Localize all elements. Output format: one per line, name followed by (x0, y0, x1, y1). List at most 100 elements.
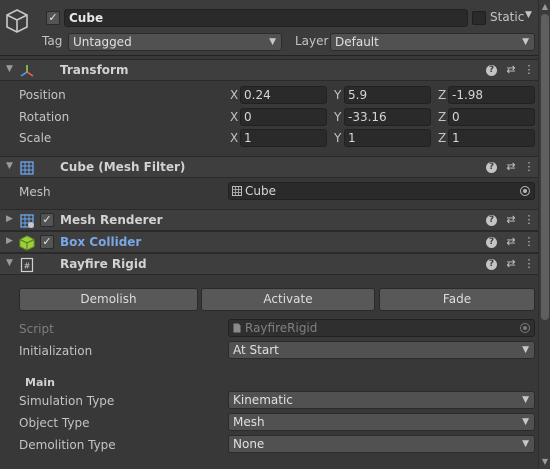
active-checkbox[interactable]: ✓ (46, 11, 60, 25)
chevron-down-icon: ▼ (269, 37, 276, 47)
object-type-dropdown[interactable]: Mesh ▼ (228, 413, 535, 431)
mesh-label: Mesh (19, 185, 51, 199)
scale-y-axis-label[interactable]: Y (334, 131, 341, 145)
inspector-panel: ✓ Cube Static ▼ Tag Untagged ▼ Layer Def… (0, 0, 550, 469)
rotation-y-axis-label[interactable]: Y (334, 110, 341, 124)
rotation-x-field[interactable]: 0 (240, 108, 327, 126)
chevron-down-icon: ▼ (522, 37, 529, 47)
position-x-field[interactable]: 0.24 (240, 86, 327, 104)
rayfire-rigid-header[interactable]: ▼ # Rayfire Rigid ? ⇄ ⋮ (0, 253, 538, 275)
context-menu-icon[interactable]: ⋮ (522, 234, 536, 250)
scale-z-axis-label[interactable]: Z (438, 131, 446, 145)
svg-text:#: # (24, 262, 31, 271)
chevron-down-icon: ▼ (522, 439, 529, 449)
mesh-value: Cube (245, 184, 276, 198)
script-icon: # (20, 257, 34, 273)
static-checkbox[interactable] (472, 11, 486, 25)
demolish-button[interactable]: Demolish (19, 288, 198, 311)
mesh-filter-icon (20, 161, 34, 175)
fade-button[interactable]: Fade (379, 288, 535, 311)
presets-icon[interactable]: ⇄ (504, 62, 518, 78)
presets-icon[interactable]: ⇄ (504, 234, 518, 250)
help-icon[interactable]: ? (486, 162, 497, 173)
header-icons: ? ⇄ ⋮ (482, 234, 538, 250)
demolition-type-dropdown[interactable]: None ▼ (228, 435, 535, 453)
context-menu-icon[interactable]: ⋮ (522, 212, 536, 228)
mesh-renderer-icon (20, 214, 34, 228)
tag-label: Tag (42, 34, 63, 48)
box-collider-header[interactable]: ▶ ✓ Box Collider ? ⇄ ⋮ (0, 231, 538, 253)
position-x-axis-label[interactable]: X (230, 88, 238, 102)
layer-label: Layer (295, 34, 329, 48)
chevron-down-icon: ▼ (522, 395, 529, 405)
demolition-type-label: Demolition Type (19, 438, 116, 452)
header-icons: ? ⇄ ⋮ (482, 159, 538, 175)
cube-icon (6, 9, 28, 33)
help-icon[interactable]: ? (486, 259, 497, 270)
script-file-icon (233, 323, 241, 333)
context-menu-icon[interactable]: ⋮ (522, 256, 536, 272)
box-collider-title: Box Collider (60, 235, 142, 249)
mesh-renderer-title: Mesh Renderer (60, 213, 163, 227)
fold-closed-icon[interactable]: ▶ (6, 214, 13, 224)
box-collider-icon (19, 235, 35, 251)
object-name-input[interactable]: Cube (64, 9, 468, 27)
rotation-y-field[interactable]: -33.16 (344, 108, 431, 126)
scale-x-axis-label[interactable]: X (230, 131, 238, 145)
chevron-down-icon: ▼ (522, 417, 529, 427)
scale-y-field[interactable]: 1 (344, 129, 431, 147)
help-icon[interactable]: ? (486, 65, 497, 76)
position-y-axis-label[interactable]: Y (334, 88, 341, 102)
header-icons: ? ⇄ ⋮ (482, 256, 538, 272)
activate-button[interactable]: Activate (201, 288, 375, 311)
position-z-axis-label[interactable]: Z (438, 88, 446, 102)
rotation-z-field[interactable]: 0 (448, 108, 535, 126)
context-menu-icon[interactable]: ⋮ (522, 62, 536, 78)
demolition-type-value: None (233, 437, 265, 451)
fold-open-icon[interactable]: ▼ (6, 258, 13, 268)
context-menu-icon[interactable]: ⋮ (522, 159, 536, 175)
scale-label: Scale (19, 131, 52, 145)
scroll-down-icon[interactable]: ▼ (540, 457, 550, 467)
initialization-label: Initialization (19, 344, 93, 358)
transform-icon (20, 65, 34, 77)
chevron-down-icon: ▼ (522, 345, 529, 355)
presets-icon[interactable]: ⇄ (504, 159, 518, 175)
position-z-field[interactable]: -1.98 (448, 86, 535, 104)
tag-value: Untagged (73, 35, 132, 49)
script-object-field: RayfireRigid (228, 319, 535, 337)
box-collider-enabled-checkbox[interactable]: ✓ (40, 235, 54, 249)
help-icon[interactable]: ? (486, 237, 497, 248)
static-label: Static (490, 10, 525, 24)
gameobject-header: ✓ Cube Static ▼ Tag Untagged ▼ Layer Def… (0, 0, 538, 56)
simulation-type-dropdown[interactable]: Kinematic ▼ (228, 391, 535, 409)
mesh-renderer-enabled-checkbox[interactable]: ✓ (40, 213, 54, 227)
layer-dropdown[interactable]: Default ▼ (330, 33, 535, 51)
tag-dropdown[interactable]: Untagged ▼ (68, 33, 282, 51)
scrollbar-thumb[interactable] (541, 14, 549, 320)
mesh-object-field[interactable]: Cube (228, 182, 535, 200)
presets-icon[interactable]: ⇄ (504, 256, 518, 272)
object-type-label: Object Type (19, 416, 90, 430)
rotation-x-axis-label[interactable]: X (230, 110, 238, 124)
position-label: Position (19, 88, 66, 102)
scale-x-field[interactable]: 1 (240, 129, 327, 147)
mesh-filter-title: Cube (Mesh Filter) (60, 160, 186, 174)
transform-header[interactable]: ▼ Transform ? ⇄ ⋮ (0, 59, 538, 81)
scale-z-field[interactable]: 1 (448, 129, 535, 147)
scroll-up-icon[interactable]: ▲ (540, 2, 550, 12)
static-dropdown-icon[interactable]: ▼ (525, 10, 532, 20)
fold-open-icon[interactable]: ▼ (6, 64, 13, 74)
help-icon[interactable]: ? (486, 215, 497, 226)
mesh-filter-header[interactable]: ▼ Cube (Mesh Filter) ? ⇄ ⋮ (0, 156, 538, 178)
layer-value: Default (335, 35, 379, 49)
presets-icon[interactable]: ⇄ (504, 212, 518, 228)
mesh-renderer-header[interactable]: ▶ ✓ Mesh Renderer ? ⇄ ⋮ (0, 209, 538, 231)
vertical-scrollbar[interactable]: ▲ ▼ (538, 0, 550, 469)
rotation-z-axis-label[interactable]: Z (438, 110, 446, 124)
initialization-dropdown[interactable]: At Start ▼ (228, 341, 535, 359)
object-picker-icon[interactable] (520, 186, 530, 196)
position-y-field[interactable]: 5.9 (344, 86, 431, 104)
fold-closed-icon[interactable]: ▶ (6, 236, 13, 246)
fold-open-icon[interactable]: ▼ (6, 161, 13, 171)
